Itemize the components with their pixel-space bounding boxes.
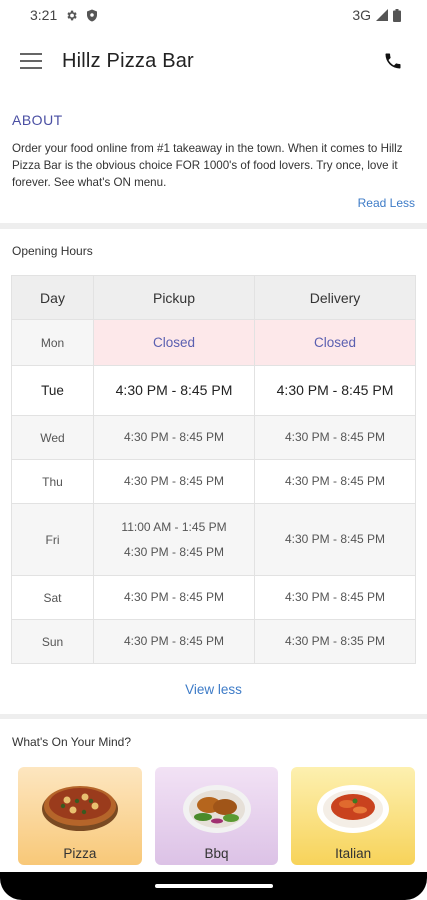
- day-cell: Fri: [11, 503, 94, 576]
- pickup-hours-cell: 4:30 PM - 8:45 PM: [93, 365, 255, 416]
- battery-icon: [393, 8, 401, 22]
- pickup-hours-cell: 4:30 PM - 8:45 PM: [93, 575, 255, 620]
- pickup-time-slot: 4:30 PM - 8:45 PM: [123, 474, 225, 488]
- pickup-hours-cell: 11:00 AM - 1:45 PM 4:30 PM - 8:45 PM: [93, 503, 255, 576]
- delivery-hours-cell: 4:30 PM - 8:45 PM: [254, 459, 416, 504]
- signal-icon: [376, 9, 388, 21]
- day-cell: Thu: [11, 459, 94, 504]
- opening-hours-title: Opening Hours: [12, 244, 93, 258]
- table-row: Fri 11:00 AM - 1:45 PM 4:30 PM - 8:45 PM 4:…: [11, 503, 416, 576]
- delivery-time-slot: Closed: [313, 335, 357, 350]
- table-row: Sun 4:30 PM - 8:45 PM 4:30 PM - 8:35 PM: [11, 619, 416, 664]
- table-row: Sat 4:30 PM - 8:45 PM 4:30 PM - 8:45 PM: [11, 575, 416, 620]
- category-label: Pizza: [63, 846, 97, 861]
- opening-hours-table: Day Pickup Delivery Mon Closed Closed Tue 4:…: [11, 275, 416, 664]
- category-label: Bbq: [204, 846, 229, 861]
- table-header-row: Day Pickup Delivery: [11, 275, 416, 320]
- network-type: 3G: [352, 7, 371, 23]
- pickup-hours-cell: 4:30 PM - 8:45 PM: [93, 415, 255, 460]
- status-right: 3G: [352, 7, 401, 23]
- pickup-time-slot: 4:30 PM - 8:45 PM: [123, 544, 225, 559]
- pickup-time-slot: Closed: [152, 335, 196, 350]
- whats-on-your-mind-title: What's On Your Mind?: [12, 735, 132, 749]
- opening-hours-body: Mon Closed Closed Tue 4:30 PM - 8:45 PM 4:30 …: [11, 319, 416, 664]
- delivery-time-slot: 4:30 PM - 8:45 PM: [276, 382, 394, 398]
- delivery-time-slot: 4:30 PM - 8:45 PM: [284, 532, 386, 546]
- pickup-time-slot: 4:30 PM - 8:45 PM: [123, 430, 225, 444]
- delivery-hours-cell: 4:30 PM - 8:45 PM: [254, 365, 416, 416]
- system-navigation-bar: [0, 872, 427, 900]
- opening-hours-section: Opening Hours Day Pickup Delivery Mon Clo…: [0, 229, 427, 714]
- pickup-time-slot: 11:00 AM - 1:45 PM: [121, 519, 227, 534]
- status-left: 3:21: [30, 7, 98, 23]
- category-label: Italian: [335, 846, 372, 861]
- day-cell: Tue: [11, 365, 94, 416]
- day-cell: Sun: [11, 619, 94, 664]
- column-header-day: Day: [11, 275, 94, 320]
- pickup-time-slot: 4:30 PM - 8:45 PM: [123, 634, 225, 648]
- column-header-delivery: Delivery: [254, 275, 416, 320]
- about-text: Order your food online from #1 takeaway …: [12, 142, 403, 189]
- pickup-hours-cell: Closed: [93, 319, 255, 366]
- table-row: Tue 4:30 PM - 8:45 PM 4:30 PM - 8:45 PM: [11, 365, 416, 416]
- read-less-link[interactable]: Read Less: [12, 196, 415, 210]
- delivery-time-slot: 4:30 PM - 8:45 PM: [284, 430, 386, 444]
- category-card-italian[interactable]: Italian: [291, 767, 416, 865]
- pizza-icon: [39, 773, 121, 844]
- day-cell: Sat: [11, 575, 94, 620]
- settings-gear-icon: [65, 9, 78, 22]
- home-gesture-handle[interactable]: [155, 884, 273, 888]
- table-row: Thu 4:30 PM - 8:45 PM 4:30 PM - 8:45 PM: [11, 459, 416, 504]
- table-row: Wed 4:30 PM - 8:45 PM 4:30 PM - 8:45 PM: [11, 415, 416, 460]
- delivery-hours-cell: 4:30 PM - 8:45 PM: [254, 575, 416, 620]
- hamburger-menu-icon[interactable]: [20, 53, 42, 69]
- app-title: Hillz Pizza Bar: [62, 49, 194, 72]
- app-bar: Hillz Pizza Bar: [0, 30, 427, 92]
- delivery-hours-cell: Closed: [254, 319, 416, 366]
- delivery-hours-cell: 4:30 PM - 8:35 PM: [254, 619, 416, 664]
- pickup-time-slot: 4:30 PM - 8:45 PM: [123, 590, 225, 604]
- status-time: 3:21: [30, 7, 58, 23]
- column-header-pickup: Pickup: [93, 275, 255, 320]
- delivery-hours-cell: 4:30 PM - 8:45 PM: [254, 415, 416, 460]
- delivery-hours-cell: 4:30 PM - 8:45 PM: [254, 503, 416, 576]
- delivery-time-slot: 4:30 PM - 8:45 PM: [284, 590, 386, 604]
- shield-icon: [86, 9, 98, 22]
- category-card-pizza[interactable]: Pizza: [18, 767, 142, 865]
- delivery-time-slot: 4:30 PM - 8:45 PM: [284, 474, 386, 488]
- pickup-hours-cell: 4:30 PM - 8:45 PM: [93, 459, 255, 504]
- phone-icon[interactable]: [383, 51, 403, 71]
- day-cell: Mon: [11, 319, 94, 366]
- bbq-plate-icon: [179, 773, 255, 844]
- about-heading: ABOUT: [12, 112, 63, 128]
- status-bar: 3:21 3G: [0, 0, 427, 30]
- table-row: Mon Closed Closed: [11, 319, 416, 366]
- pickup-hours-cell: 4:30 PM - 8:45 PM: [93, 619, 255, 664]
- day-cell: Wed: [11, 415, 94, 460]
- category-card-bbq[interactable]: Bbq: [154, 767, 279, 865]
- about-section: ABOUT Order your food online from #1 tak…: [0, 92, 427, 210]
- whats-on-your-mind-section: What's On Your Mind? Pizza Bbq Italian: [0, 719, 427, 865]
- pickup-time-slot: 4:30 PM - 8:45 PM: [115, 382, 233, 398]
- pasta-plate-icon: [313, 773, 393, 844]
- view-less-link[interactable]: View less: [11, 664, 416, 714]
- category-cards: Pizza Bbq Italian: [12, 767, 416, 865]
- delivery-time-slot: 4:30 PM - 8:35 PM: [284, 634, 386, 648]
